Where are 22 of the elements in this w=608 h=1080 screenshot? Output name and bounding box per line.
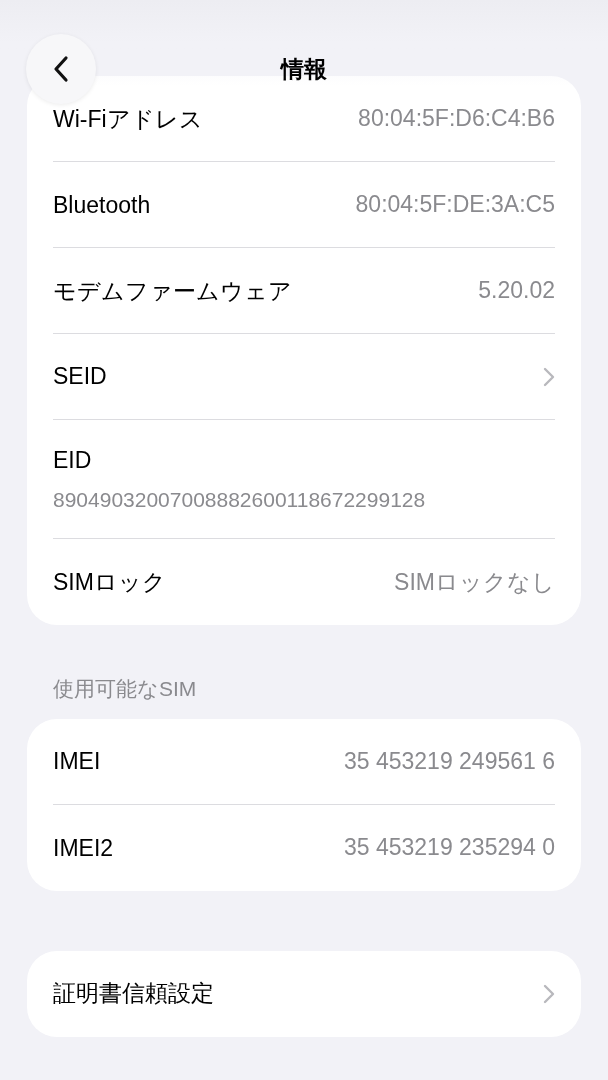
nav-title: 情報 (281, 55, 327, 84)
row-label: SIMロック (53, 569, 166, 595)
row-value: 5.20.02 (478, 276, 555, 306)
row-value: 35 453219 235294 0 (343, 833, 555, 863)
row-label: IMEI (53, 748, 101, 774)
row-label: Bluetooth (53, 191, 151, 218)
row-value: 80:04:5F:D6:C4:B6 (358, 104, 555, 134)
chevron-right-icon (543, 366, 555, 387)
back-button[interactable] (26, 34, 96, 104)
settings-row[interactable]: 証明書信頼設定 (53, 950, 555, 1037)
row-value: 35 453219 249561 6 (343, 746, 555, 776)
section-header: 使用可能なSIM (52, 676, 198, 702)
chevron-right-icon (543, 983, 555, 1004)
back-icon (53, 55, 69, 83)
row-label: IMEI2 (53, 834, 114, 861)
row-value: 80:04:5F:DE:3A:C5 (355, 190, 555, 220)
row-label: EID (53, 446, 93, 475)
row-label: Wi-Fiアドレス (53, 105, 203, 132)
settings-row[interactable]: SEID (53, 334, 555, 420)
row-label: モデムファームウェア (53, 277, 292, 304)
row-value: 89049032007008882600118672299128 (53, 486, 427, 513)
row-value: SIMロックなし (394, 567, 555, 597)
